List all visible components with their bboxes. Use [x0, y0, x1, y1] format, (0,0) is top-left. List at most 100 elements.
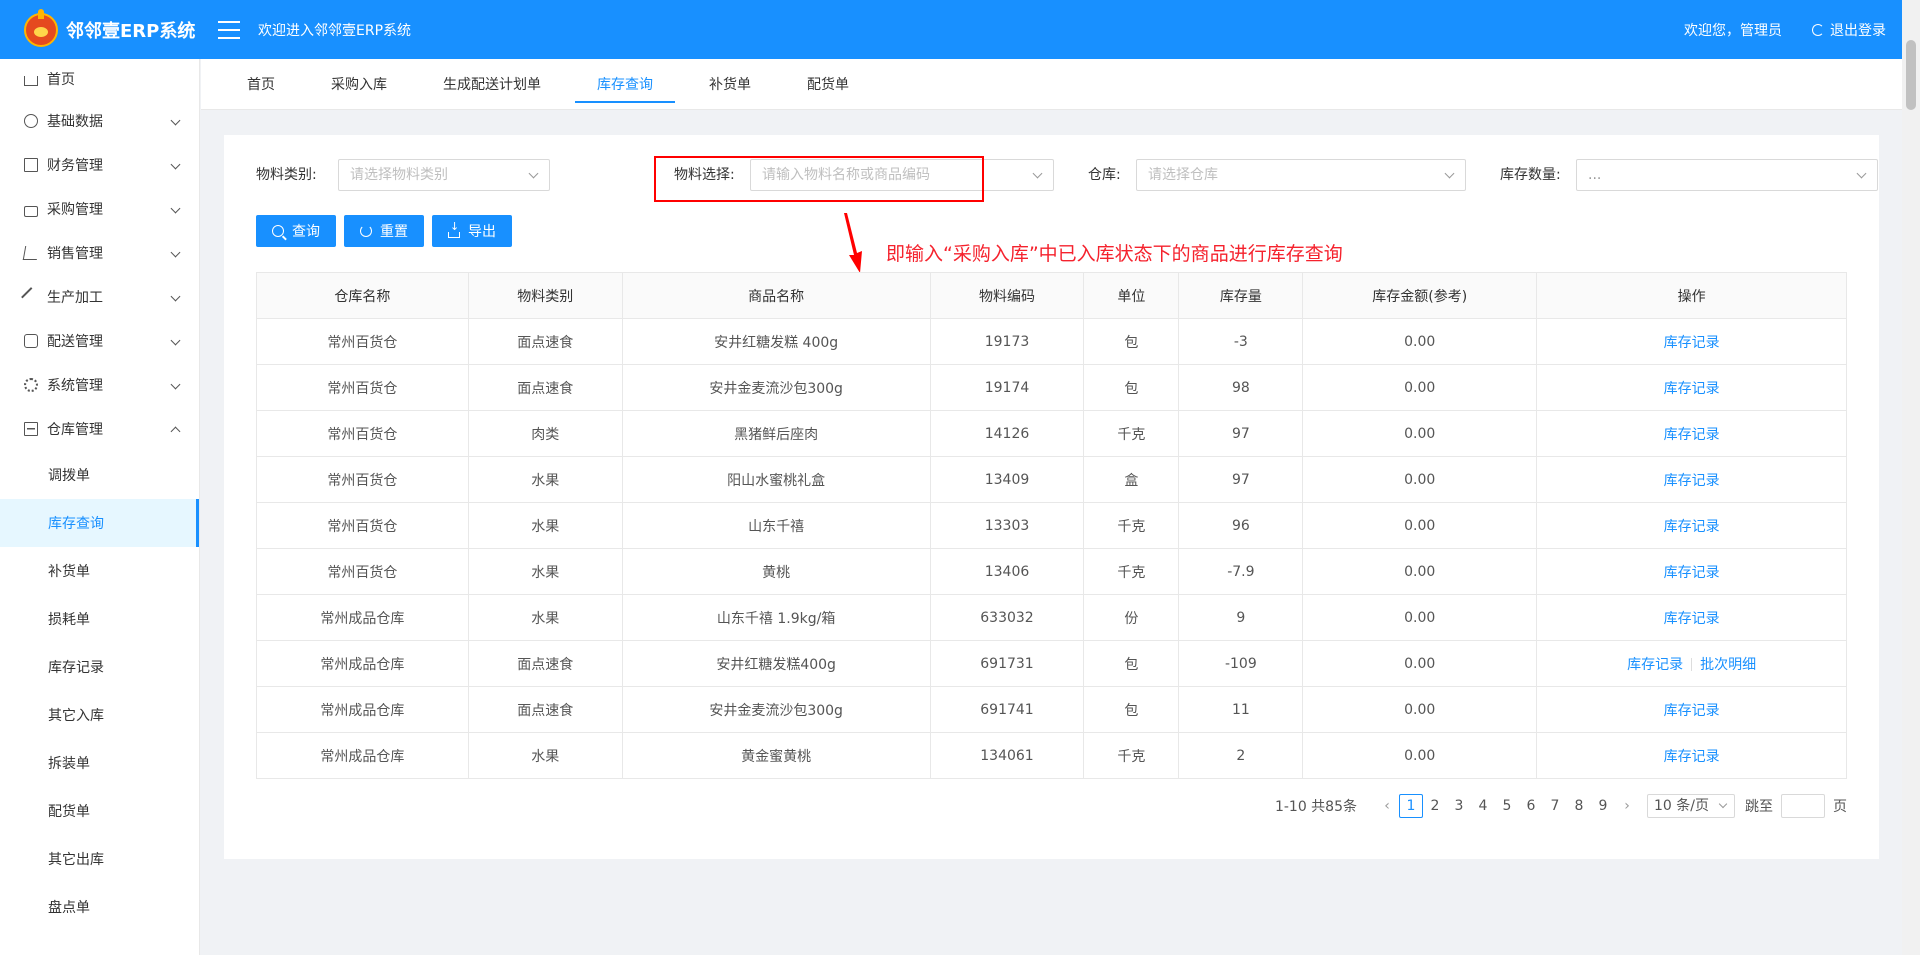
- table-cell: 包: [1083, 364, 1180, 411]
- stock-record-link[interactable]: 库存记录: [1664, 381, 1720, 397]
- stock-record-link[interactable]: 库存记录: [1664, 335, 1720, 351]
- table-row: 常州成品仓库 水果 山东千禧 1.9kg/箱 633032 份 9 0.00 库存记录: [256, 594, 1847, 641]
- table-cell: 0.00: [1302, 410, 1538, 457]
- page-size-select[interactable]: 10 条/页: [1647, 794, 1735, 818]
- sidebar-subitem[interactable]: 库存查询: [0, 499, 199, 547]
- table-cell: 常州成品仓库: [256, 732, 469, 779]
- action-buttons: 查询 重置 导出: [256, 215, 520, 247]
- table-cell: 0.00: [1302, 318, 1538, 365]
- batch-detail-link[interactable]: 批次明细: [1700, 657, 1756, 673]
- table-cell: 13409: [929, 456, 1085, 503]
- action-cell: 库存记录 批次明细: [1536, 640, 1847, 687]
- sidebar-subitem[interactable]: 调拨单: [0, 451, 199, 499]
- sidebar-subitem[interactable]: 配货单: [0, 787, 199, 835]
- quantity-select[interactable]: ...: [1576, 159, 1878, 191]
- column-header: 库存量: [1178, 272, 1304, 319]
- page-number[interactable]: 7: [1543, 794, 1567, 818]
- sidebar-item[interactable]: 生产加工: [0, 275, 199, 319]
- tab-item[interactable]: 采购入库: [309, 59, 409, 109]
- sidebar-subitem[interactable]: 补货单: [0, 547, 199, 595]
- chevron-down-icon: [1444, 168, 1455, 179]
- table-cell: 千克: [1083, 410, 1180, 457]
- table-cell: 包: [1083, 318, 1180, 365]
- logout-label: 退出登录: [1830, 22, 1886, 39]
- page-number[interactable]: 4: [1471, 794, 1495, 818]
- page-number[interactable]: 8: [1567, 794, 1591, 818]
- warehouse-label: 仓库:: [1088, 167, 1121, 183]
- sidebar-subitem[interactable]: 库存记录: [0, 643, 199, 691]
- sidebar-subitem[interactable]: 损耗单: [0, 595, 199, 643]
- tab-item[interactable]: 补货单: [687, 59, 773, 109]
- page-number[interactable]: 9: [1591, 794, 1615, 818]
- sidebar-subitem[interactable]: 盘点单: [0, 883, 199, 931]
- prev-page-icon[interactable]: ‹: [1375, 794, 1399, 818]
- category-select[interactable]: 请选择物料类别: [338, 159, 550, 191]
- tab-item[interactable]: 配货单: [785, 59, 871, 109]
- stock-record-link[interactable]: 库存记录: [1664, 749, 1720, 765]
- next-page-icon[interactable]: ›: [1615, 794, 1639, 818]
- stock-record-link[interactable]: 库存记录: [1664, 519, 1720, 535]
- jump-page-input[interactable]: [1781, 794, 1825, 818]
- sidebar-subitem[interactable]: 其它入库: [0, 691, 199, 739]
- chevron-up-icon: [170, 426, 181, 437]
- export-button[interactable]: 导出: [432, 215, 512, 247]
- gear-icon: [24, 378, 38, 392]
- sidebar-subitem[interactable]: 拆装单: [0, 739, 199, 787]
- sidebar-item[interactable]: 销售管理: [0, 231, 199, 275]
- sidebar-item[interactable]: 基础数据: [0, 99, 199, 143]
- page-number[interactable]: 6: [1519, 794, 1543, 818]
- reload-icon: [360, 225, 372, 237]
- sidebar-item-label: 系统管理: [47, 378, 103, 394]
- category-label: 物料类别:: [256, 167, 317, 183]
- table-cell: 691741: [929, 686, 1085, 733]
- app-logo[interactable]: 邻邻壹ERP系统: [0, 8, 200, 47]
- annotation-arrow-icon: [844, 213, 862, 273]
- chevron-down-icon: [1718, 799, 1728, 809]
- sidebar: 首页 基础数据财务管理采购管理 销售管理 生产加工 配送管理系统管理仓库管理 调拨单 库存查…: [0, 59, 200, 955]
- page-number[interactable]: 2: [1423, 794, 1447, 818]
- stock-record-link[interactable]: 库存记录: [1627, 657, 1683, 673]
- logout-button[interactable]: 退出登录: [1812, 20, 1886, 40]
- table-cell: -3: [1178, 318, 1304, 365]
- table-cell: 0.00: [1302, 548, 1538, 595]
- table-cell: 11: [1178, 686, 1304, 733]
- reset-button[interactable]: 重置: [344, 215, 424, 247]
- menu-toggle-icon[interactable]: [218, 20, 240, 39]
- category-placeholder: 请选择物料类别: [350, 167, 448, 183]
- stock-record-link[interactable]: 库存记录: [1664, 611, 1720, 627]
- table-cell: 水果: [467, 502, 623, 549]
- table-cell: 0.00: [1302, 640, 1538, 687]
- table-cell: 安井红糖发糕400g: [621, 640, 931, 687]
- sidebar-item[interactable]: 配送管理: [0, 319, 199, 363]
- page-scrollbar[interactable]: [1902, 0, 1920, 955]
- sidebar-item[interactable]: 采购管理: [0, 187, 199, 231]
- warehouse-select[interactable]: 请选择仓库: [1136, 159, 1466, 191]
- table-cell: 阳山水蜜桃礼盒: [621, 456, 931, 503]
- stock-record-link[interactable]: 库存记录: [1664, 473, 1720, 489]
- page-number[interactable]: 1: [1399, 794, 1423, 818]
- tab-item[interactable]: 首页: [225, 59, 297, 109]
- tab-item[interactable]: 库存查询: [575, 59, 675, 109]
- table-cell: 97: [1178, 456, 1304, 503]
- tab-item[interactable]: 生成配送计划单: [421, 59, 563, 109]
- sidebar-subitem[interactable]: 其它出库: [0, 835, 199, 883]
- page-number[interactable]: 5: [1495, 794, 1519, 818]
- search-button[interactable]: 查询: [256, 215, 336, 247]
- chevron-down-icon: [170, 335, 181, 346]
- inventory-table: 仓库名称 物料类别 商品名称 物料编码 单位 库存量 库存金额(参考) 操作 常州百货仓 面点速…: [256, 272, 1847, 779]
- stock-record-link[interactable]: 库存记录: [1664, 565, 1720, 581]
- quantity-placeholder: ...: [1588, 167, 1602, 183]
- cart-icon: [22, 246, 40, 260]
- sidebar-item[interactable]: 首页: [0, 59, 199, 99]
- table-cell: 安井金麦流沙包300g: [621, 686, 931, 733]
- page-number[interactable]: 3: [1447, 794, 1471, 818]
- table-cell: 691731: [929, 640, 1085, 687]
- stock-record-link[interactable]: 库存记录: [1664, 703, 1720, 719]
- sidebar-item[interactable]: 财务管理: [0, 143, 199, 187]
- sidebar-item[interactable]: 仓库管理: [0, 407, 199, 451]
- sidebar-item[interactable]: 系统管理: [0, 363, 199, 407]
- content-card: 物料类别: 请选择物料类别 物料选择: 请输入物料名称或商品编码 仓库: 请选择…: [224, 135, 1879, 859]
- sidebar-item-label: 财务管理: [47, 158, 103, 174]
- table-cell: 山东千禧: [621, 502, 931, 549]
- stock-record-link[interactable]: 库存记录: [1664, 427, 1720, 443]
